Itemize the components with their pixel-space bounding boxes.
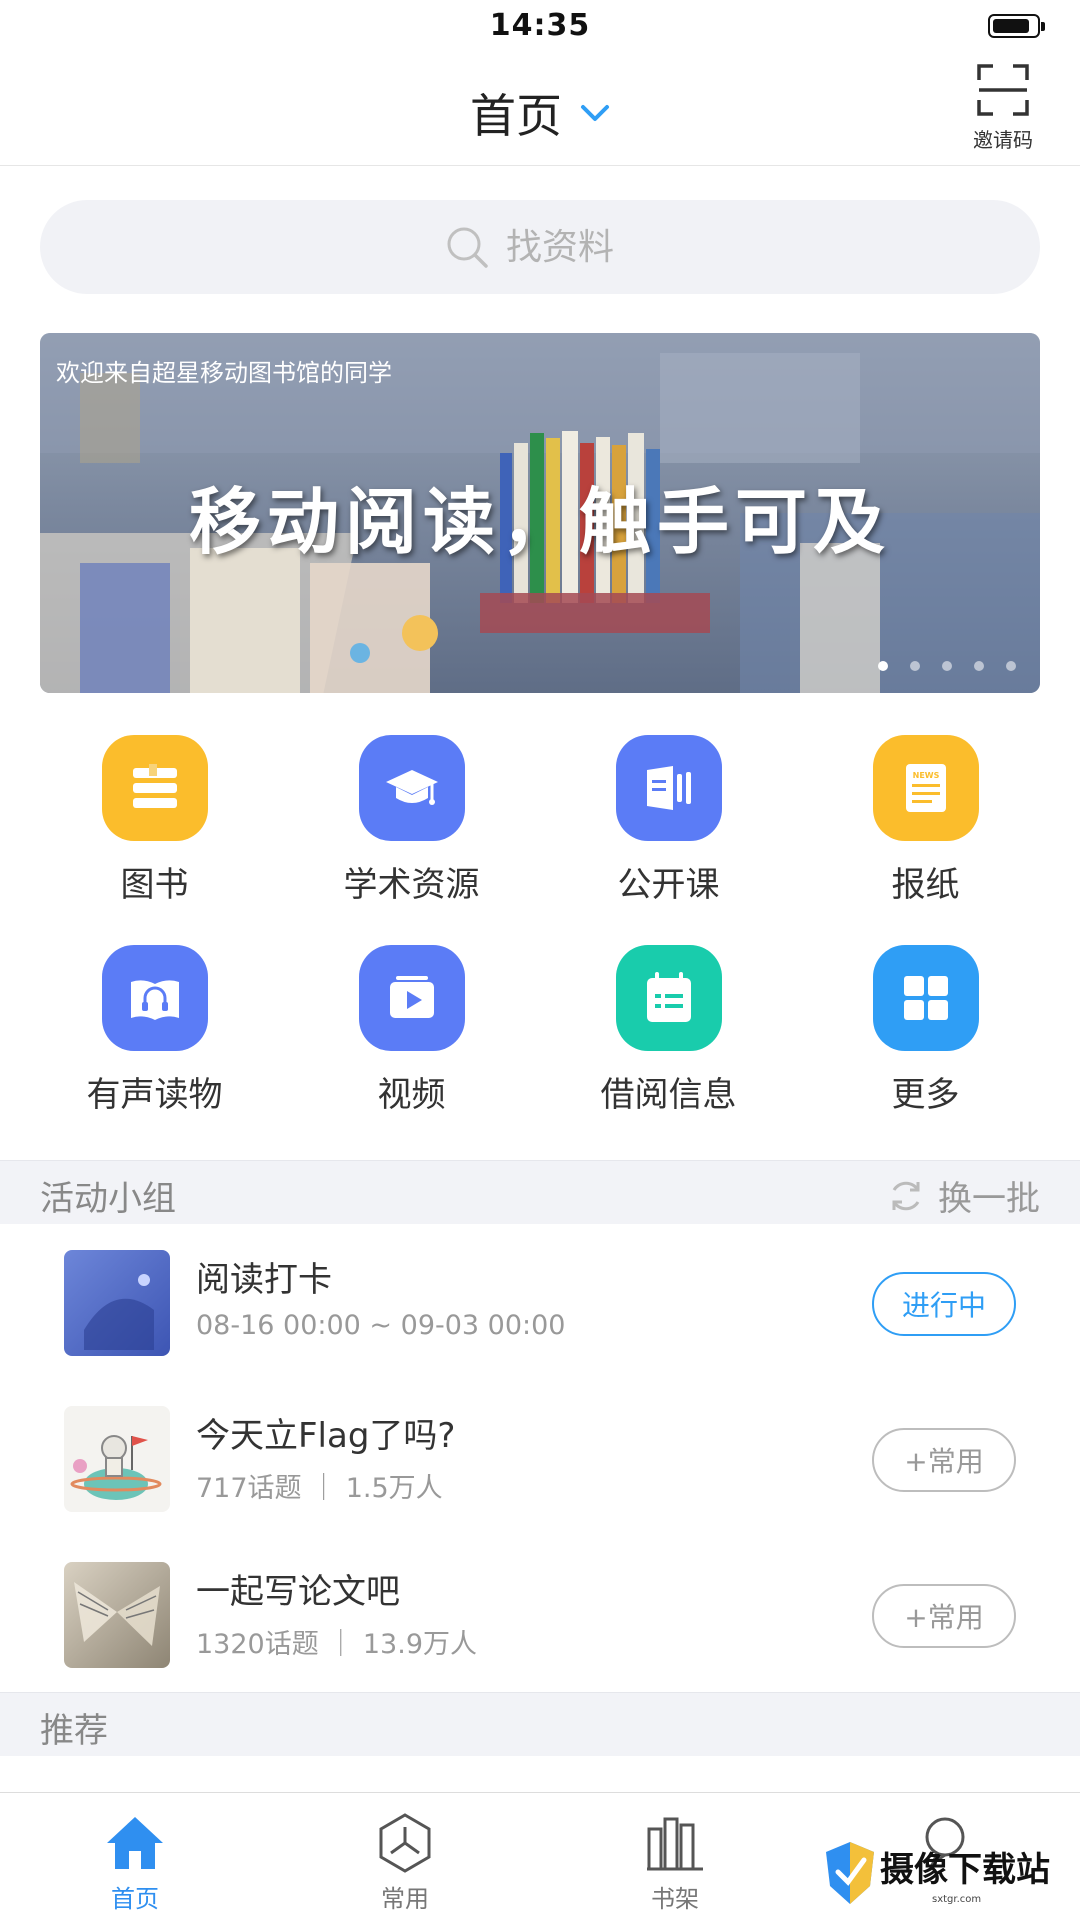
nav-title-dropdown[interactable]: 首页: [0, 80, 1080, 146]
carousel-dot[interactable]: [910, 661, 920, 671]
tab-frequent[interactable]: 常用: [270, 1793, 540, 1920]
watermark-logo: 摄像下载站 sxtgr.com: [822, 1834, 1072, 1914]
list-item[interactable]: 一起写论文吧 1320话题 ｜ 13.9万人 +常用: [0, 1536, 1080, 1692]
list-item[interactable]: 今天立Flag了吗? 717话题 ｜ 1.5万人 +常用: [0, 1380, 1080, 1536]
status-time: 14:35: [489, 8, 591, 43]
banner-welcome-text: 欢迎来自超星移动图书馆的同学: [56, 359, 392, 387]
calendar-icon: [615, 945, 722, 1051]
feature-label: 更多: [891, 1075, 960, 1115]
list-item[interactable]: 阅读打卡 08-16 00:00 ~ 09-03 00:00 进行中: [0, 1224, 1080, 1380]
refresh-icon: [892, 1181, 920, 1210]
carousel-dot[interactable]: [942, 661, 952, 671]
feature-item[interactable]: 更多: [797, 945, 1054, 1155]
group-thumbnail: [64, 1562, 170, 1668]
feature-item[interactable]: 视频: [283, 945, 540, 1155]
group-meta: 717话题 ｜ 1.5万人: [196, 1473, 443, 1504]
tab-bookshelf[interactable]: 书架: [540, 1793, 810, 1920]
search-icon: [447, 227, 488, 268]
feature-item[interactable]: 公开课: [540, 735, 797, 945]
books-icon: [101, 735, 208, 841]
carousel-indicator: [878, 661, 1016, 671]
feature-item[interactable]: 借阅信息: [540, 945, 797, 1155]
activity-groups-header: 活动小组 换一批: [0, 1160, 1080, 1224]
feature-label: 公开课: [617, 865, 720, 905]
tab-home[interactable]: 首页: [0, 1793, 270, 1920]
feature-item[interactable]: NEWS 报纸: [797, 735, 1054, 945]
battery-icon: [988, 14, 1045, 38]
section-title: 活动小组: [40, 1179, 176, 1219]
chevron-down-icon: [581, 105, 609, 121]
refresh-label: 换一批: [938, 1179, 1040, 1219]
feature-item[interactable]: 学术资源: [283, 735, 540, 945]
frequent-icon: [379, 1813, 431, 1873]
feature-label: 借阅信息: [600, 1075, 737, 1115]
group-thumbnail: [64, 1250, 170, 1356]
svg-text:NEWS: NEWS: [912, 771, 939, 780]
invite-code-button[interactable]: 邀请码: [958, 62, 1048, 153]
search-input[interactable]: [506, 226, 636, 268]
watermark-sub: sxtgr.com: [932, 1894, 982, 1905]
feature-item[interactable]: 有声读物: [26, 945, 283, 1155]
group-name: 阅读打卡: [196, 1260, 332, 1300]
group-meta: 1320话题 ｜ 13.9万人: [196, 1629, 477, 1660]
refresh-button[interactable]: 换一批: [886, 1171, 1040, 1220]
feature-grid: 图书 学术资源 公开课 NEWS 报纸有声读物 视频 借阅信息 更多: [0, 735, 1080, 1155]
carousel-dot[interactable]: [878, 661, 888, 671]
recommend-header: 推荐: [0, 1692, 1080, 1756]
search-bar[interactable]: [40, 200, 1040, 294]
group-meta: 08-16 00:00 ~ 09-03 00:00: [196, 1310, 566, 1341]
feature-label: 有声读物: [86, 1075, 223, 1115]
bookshelf-icon: [647, 1817, 703, 1871]
graduation-cap-icon: [358, 735, 465, 841]
group-name: 一起写论文吧: [196, 1572, 400, 1612]
banner-slogan: 移动阅读，触手可及: [188, 479, 891, 564]
feature-label: 报纸: [891, 865, 960, 905]
page-title: 首页: [470, 89, 562, 143]
invite-code-label: 邀请码: [973, 128, 1033, 152]
group-name: 今天立Flag了吗?: [196, 1416, 456, 1456]
scan-icon: [977, 64, 1029, 116]
shield-logo-icon: [826, 1842, 874, 1904]
nav-bar: 首页 邀请码: [0, 52, 1080, 166]
group-thumbnail: [64, 1406, 170, 1512]
tab-label: 常用: [381, 1885, 429, 1913]
section-title: 推荐: [40, 1711, 108, 1751]
carousel-dot[interactable]: [1006, 661, 1016, 671]
grid-more-icon: [872, 945, 979, 1051]
audiobook-icon: [101, 945, 208, 1051]
video-icon: [358, 945, 465, 1051]
carousel-dot[interactable]: [974, 661, 984, 671]
open-course-icon: [615, 735, 722, 841]
group-status-button[interactable]: 进行中: [872, 1272, 1016, 1336]
newspaper-icon: NEWS: [872, 735, 979, 841]
home-icon: [107, 1817, 163, 1869]
tab-label: 首页: [111, 1885, 159, 1913]
status-bar: 14:35: [0, 0, 1080, 52]
tab-label: 书架: [651, 1885, 699, 1913]
feature-label: 学术资源: [343, 865, 480, 905]
feature-label: 图书: [120, 865, 189, 905]
feature-item[interactable]: 图书: [26, 735, 283, 945]
feature-label: 视频: [377, 1075, 446, 1115]
add-to-frequent-button[interactable]: +常用: [872, 1584, 1016, 1648]
add-to-frequent-button[interactable]: +常用: [872, 1428, 1016, 1492]
watermark-text: 摄像下载站: [880, 1850, 1050, 1890]
banner-carousel[interactable]: 欢迎来自超星移动图书馆的同学 移动阅读，触手可及: [40, 333, 1040, 693]
